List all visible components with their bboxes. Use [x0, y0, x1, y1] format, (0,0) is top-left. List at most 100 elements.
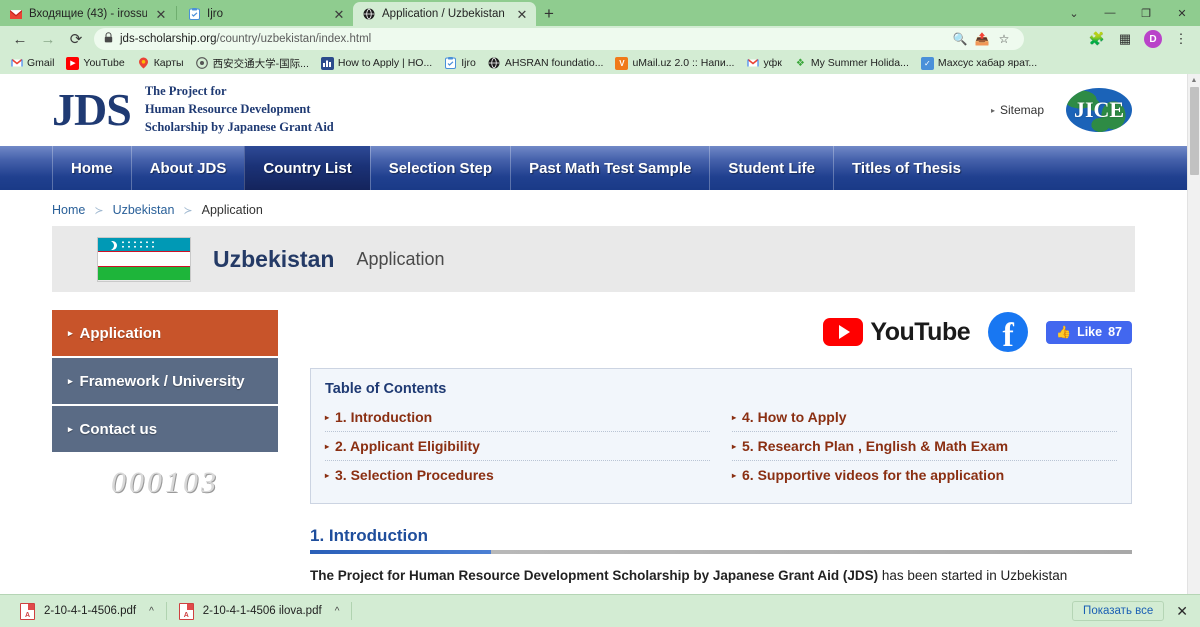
nav-item-country-list[interactable]: Country List	[244, 146, 370, 190]
chevron-down-icon[interactable]: ⌄	[1056, 0, 1092, 26]
tab-gmail[interactable]: Входящие (43) - irossu1420@gm ✕	[0, 2, 175, 26]
toc-link-applicant-eligibility[interactable]: ▸ 2. Applicant Eligibility	[325, 432, 710, 461]
toc-item-label: 3. Selection Procedures	[335, 467, 494, 483]
section-heading-introduction: 1. Introduction	[310, 526, 429, 545]
toc-link-selection-procedures[interactable]: ▸ 3. Selection Procedures	[325, 461, 710, 489]
site-tagline: The Project for Human Resource Developme…	[145, 83, 334, 136]
breadcrumb-application: Application	[201, 203, 263, 217]
menu-kebab-icon[interactable]: ⋮	[1168, 27, 1194, 51]
close-icon[interactable]: ✕	[153, 6, 169, 22]
breadcrumb-separator: ≻	[94, 204, 104, 217]
share-icon[interactable]: 📤	[972, 29, 992, 49]
bookmark-star-icon[interactable]: ☆	[994, 29, 1014, 49]
crescent-moon-icon	[105, 241, 114, 250]
sidebar-item-framework-university[interactable]: ▸ Framework / University	[52, 358, 278, 404]
close-icon[interactable]: ✕	[331, 6, 347, 22]
nav-item-about-jds[interactable]: About JDS	[130, 146, 245, 190]
bookmark-maps[interactable]: Карты	[131, 53, 190, 73]
toc-item-label: 5. Research Plan , English & Math Exam	[742, 438, 1009, 454]
nav-item-titles-of-thesis[interactable]: Titles of Thesis	[833, 146, 979, 190]
visitor-counter: 000103	[111, 466, 219, 499]
download-item-1[interactable]: A 2-10-4-1-4506.pdf ^	[8, 598, 166, 624]
new-tab-button[interactable]: +	[536, 2, 562, 26]
page-scrollbar[interactable]: ▲	[1187, 74, 1200, 594]
toc-link-how-to-apply[interactable]: ▸ 4. How to Apply	[732, 403, 1117, 432]
nav-item-student-life[interactable]: Student Life	[709, 146, 833, 190]
download-item-2[interactable]: A 2-10-4-1-4506 ilova.pdf ^	[167, 598, 352, 624]
triangle-right-icon: ▸	[68, 375, 73, 386]
toc-link-introduction[interactable]: ▸ 1. Introduction	[325, 403, 710, 432]
sidebar-item-contact-us[interactable]: ▸ Contact us	[52, 406, 278, 452]
stars-icon	[120, 240, 158, 250]
browser-window: Входящие (43) - irossu1420@gm ✕ Ijro ✕ A…	[0, 0, 1200, 627]
close-downloads-bar-icon[interactable]: ✕	[1176, 603, 1192, 620]
tab-title: Application / Uzbekistan - JDS	[382, 8, 508, 20]
maximize-icon[interactable]: ❐	[1128, 0, 1164, 26]
chevron-up-icon[interactable]: ^	[335, 606, 340, 617]
bookmark-summer-holiday[interactable]: ❖ My Summer Holida...	[788, 53, 915, 73]
bookmark-label: Карты	[153, 57, 184, 69]
toc-column-right: ▸ 4. How to Apply ▸ 5. Research Plan , E…	[732, 403, 1117, 489]
bookmark-label: Ijro	[461, 57, 476, 69]
breadcrumb-uzbekistan[interactable]: Uzbekistan	[113, 203, 175, 217]
bookmark-how-to-apply[interactable]: How to Apply | HO...	[315, 53, 438, 73]
scroll-up-arrow-icon[interactable]: ▲	[1188, 74, 1200, 86]
facebook-like-button[interactable]: 👍 Like 87	[1046, 320, 1132, 344]
downloads-bar-right: Показать все ✕	[1072, 601, 1192, 621]
bookmark-label: уфк	[763, 57, 782, 69]
jds-website: JDS The Project for Human Resource Devel…	[0, 74, 1187, 586]
facebook-label: f	[1002, 317, 1014, 352]
tab-ijro[interactable]: Ijro ✕	[178, 2, 353, 26]
bookmark-xjtu[interactable]: 西安交通大学-国际...	[190, 53, 315, 73]
header-right: ▸ Sitemap JICE	[991, 88, 1187, 132]
jds-logo[interactable]: JDS	[52, 87, 132, 133]
show-all-downloads-button[interactable]: Показать все	[1072, 601, 1165, 621]
forward-icon[interactable]: →	[34, 27, 62, 51]
extensions-puzzle-icon[interactable]: 🧩	[1084, 27, 1110, 51]
bookmark-youtube[interactable]: ▶ YouTube	[60, 53, 130, 73]
side-panel-icon[interactable]: ▦	[1112, 27, 1138, 51]
youtube-link[interactable]: YouTube	[823, 318, 971, 347]
nav-item-past-math-test-sample[interactable]: Past Math Test Sample	[510, 146, 709, 190]
sitemap-label: Sitemap	[999, 103, 1044, 117]
jice-logo[interactable]: JICE	[1066, 88, 1132, 132]
reload-icon[interactable]: ⟳	[62, 27, 90, 51]
like-label: Like	[1077, 325, 1103, 339]
back-icon[interactable]: ←	[6, 27, 34, 51]
url-text: jds-scholarship.org/country/uzbekistan/i…	[120, 33, 371, 45]
main-navigation: Home About JDS Country List Selection St…	[0, 146, 1187, 190]
sitemap-link[interactable]: ▸ Sitemap	[991, 103, 1044, 117]
bookmark-ahsran[interactable]: AHSRAN foundatio...	[482, 53, 610, 73]
main-content: YouTube f 👍 Like 87 Table of Contents ▸ …	[278, 310, 1187, 586]
sidebar-item-application[interactable]: ▸ Application	[52, 310, 278, 356]
uzbekistan-flag-icon	[97, 236, 191, 282]
bookmark-maxsus-xabar[interactable]: ✓ Махсус хабар ярат...	[915, 53, 1043, 73]
toc-link-research-plan[interactable]: ▸ 5. Research Plan , English & Math Exam	[732, 432, 1117, 461]
chart-icon	[320, 56, 334, 70]
bookmark-ijro[interactable]: Ijro	[438, 53, 482, 73]
address-bar[interactable]: jds-scholarship.org/country/uzbekistan/i…	[94, 28, 1024, 50]
clipboard-icon	[187, 7, 201, 21]
sidebar-item-label: Contact us	[79, 420, 158, 438]
scrollbar-thumb[interactable]	[1190, 87, 1199, 175]
facebook-icon[interactable]: f	[988, 312, 1029, 352]
nav-item-selection-step[interactable]: Selection Step	[369, 146, 510, 190]
nav-item-home[interactable]: Home	[52, 146, 131, 190]
tab-title: Входящие (43) - irossu1420@gm	[29, 8, 147, 20]
close-icon[interactable]: ✕	[514, 6, 530, 22]
bookmark-gmail[interactable]: Gmail	[4, 53, 60, 73]
chevron-up-icon[interactable]: ^	[149, 606, 154, 617]
tab-jds-application[interactable]: Application / Uzbekistan - JDS ✕	[353, 2, 536, 26]
check-box-icon: ✓	[920, 56, 934, 70]
bookmark-label: 西安交通大学-国际...	[212, 57, 309, 70]
zoom-icon[interactable]: 🔍	[950, 29, 970, 49]
toc-link-supportive-videos[interactable]: ▸ 6. Supportive videos for the applicati…	[732, 461, 1117, 489]
breadcrumb-home[interactable]: Home	[52, 203, 85, 217]
tab-strip: Входящие (43) - irossu1420@gm ✕ Ijro ✕ A…	[0, 0, 1200, 26]
bookmark-umail[interactable]: V uMail.uz 2.0 :: Напи...	[609, 53, 740, 73]
toc-item-label: 4. How to Apply	[742, 409, 847, 425]
close-window-icon[interactable]: ✕	[1164, 0, 1200, 26]
bookmark-ufk[interactable]: уфк	[740, 53, 787, 73]
profile-avatar[interactable]: D	[1140, 27, 1166, 51]
minimize-icon[interactable]: —	[1092, 0, 1128, 26]
